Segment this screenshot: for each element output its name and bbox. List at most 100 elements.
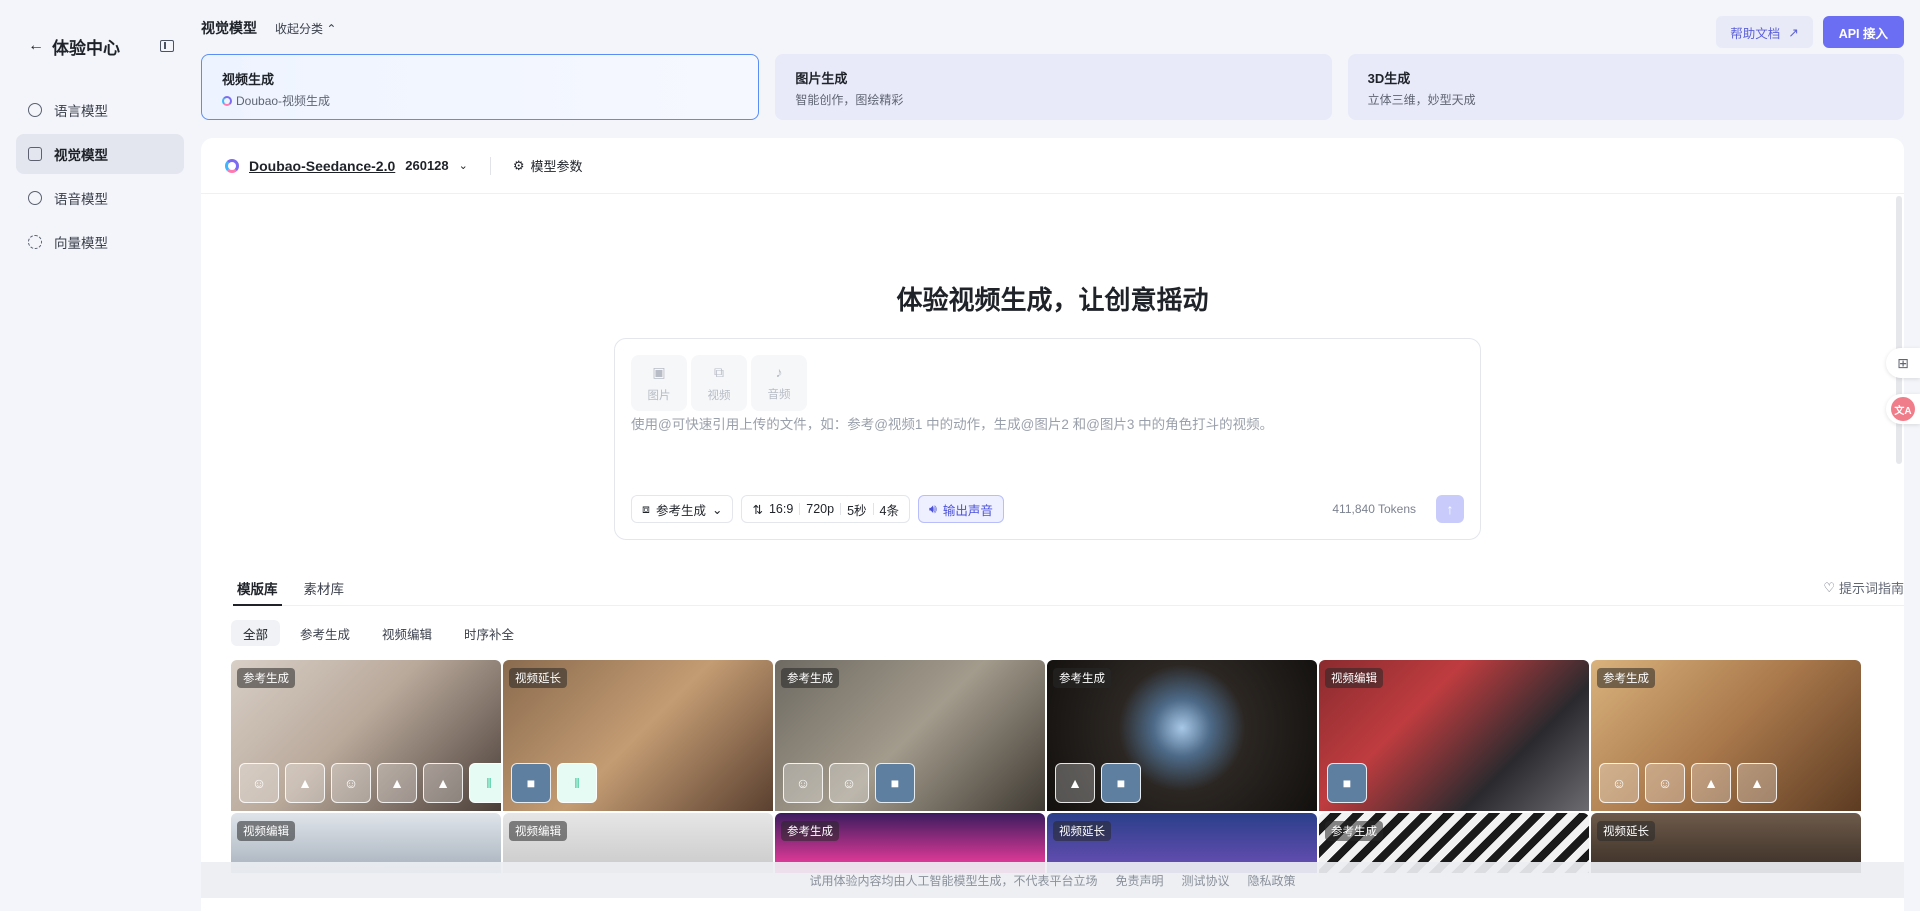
prompt-guide-link[interactable]: ♡ 提示词指南 — [1823, 578, 1904, 597]
output-settings-button[interactable]: ⇅ 16:9 720p 5秒 4条 — [741, 495, 910, 523]
doubao-logo-icon — [225, 158, 239, 173]
template-tag: 参考生成 — [781, 668, 839, 688]
output-audio-toggle[interactable]: 🔊︎ 输出声音 — [918, 495, 1004, 523]
template-card[interactable]: 参考生成 ☺ ☺ ▲ ▲ — [1591, 660, 1861, 811]
sliders-icon: ⚙ — [512, 157, 525, 173]
back-to-experience-center[interactable]: ← 体验中心 — [28, 34, 120, 59]
template-tag: 参考生成 — [1325, 821, 1383, 841]
reference-icon: ⧈ — [642, 501, 650, 516]
person-thumbnail-icon: ☺ — [783, 763, 823, 803]
library-tabs: 模版库 素材库 ♡ 提示词指南 — [233, 578, 1904, 606]
sidebar-item-speech-model[interactable]: 语音模型 — [16, 178, 184, 218]
generation-mode-select[interactable]: ⧈ 参考生成 ⌄ — [631, 495, 734, 523]
reference-thumbnails: ☺ ▲ ☺ ▲ ▲ ‖ — [239, 763, 501, 803]
template-card[interactable]: 视频编辑 ■ — [1319, 660, 1589, 811]
waveform-icon — [28, 191, 42, 205]
float-translate-button[interactable]: 文A — [1886, 394, 1920, 424]
person-thumbnail-icon: ☺ — [331, 763, 371, 803]
section-title: 视觉模型 — [201, 20, 257, 36]
sidebar-item-language-model[interactable]: 语言模型 — [16, 90, 184, 130]
model-version: 260128 — [405, 158, 449, 173]
template-tag: 视频延长 — [1597, 821, 1655, 841]
sidebar: ← 体验中心 语言模型 视觉模型 语音模型 向量模型 — [0, 0, 200, 911]
aspect-ratio: 16:9 — [768, 502, 794, 516]
vector-nodes-icon — [28, 235, 42, 249]
video-upload-icon: ⧉ — [714, 363, 724, 380]
category-cards: 视频生成 Doubao-视频生成 图片生成 智能创作，图绘精彩 3D生成 立体三… — [201, 54, 1904, 120]
api-access-button[interactable]: API 接入 — [1822, 16, 1904, 48]
model-name[interactable]: Doubao-Seedance-2.0 — [249, 158, 395, 174]
card-video-generation[interactable]: 视频生成 Doubao-视频生成 — [201, 54, 760, 120]
duration: 5秒 — [847, 503, 867, 518]
template-tag: 参考生成 — [237, 668, 295, 688]
card-title: 3D生成 — [1367, 71, 1411, 86]
reference-thumbnails: ☺ ☺ ▲ ▲ — [1599, 763, 1777, 803]
sidebar-item-label: 语言模型 — [54, 104, 108, 119]
tab-template-library[interactable]: 模版库 — [233, 578, 282, 606]
filter-temporal-completion[interactable]: 时序补全 — [452, 620, 526, 646]
video-thumbnail-icon: ■ — [1101, 763, 1141, 803]
video-thumbnail-icon: ■ — [875, 763, 915, 803]
image-thumbnail-icon: ▲ — [1055, 763, 1095, 803]
sidebar-collapse-icon[interactable] — [160, 40, 174, 52]
sidebar-item-vision-model[interactable]: 视觉模型 — [16, 134, 184, 174]
upload-image-button[interactable]: ▣ 图片 — [631, 355, 687, 411]
person-thumbnail-icon: ☺ — [1599, 763, 1639, 803]
sidebar-header: ← 体验中心 — [16, 30, 184, 62]
sidebar-item-vector-model[interactable]: 向量模型 — [16, 222, 184, 262]
filter-video-editing[interactable]: 视频编辑 — [370, 620, 444, 646]
footer: 试用体验内容均由人工智能模型生成，不代表平台立场 免责声明 测试协议 隐私政策 — [201, 862, 1904, 898]
upload-video-button[interactable]: ⧉ 视频 — [691, 355, 747, 411]
image-thumbnail-icon: ▲ — [285, 763, 325, 803]
speaker-icon: 🔊︎ — [929, 501, 937, 516]
chevron-down-icon[interactable]: ⌄ — [459, 159, 468, 172]
template-card[interactable]: 参考生成 ▲ ■ — [1047, 660, 1317, 811]
arrow-up-icon: ↑ — [1446, 501, 1454, 517]
template-tag: 视频编辑 — [1325, 668, 1383, 688]
upload-audio-button[interactable]: ♪ 音频 — [751, 355, 807, 411]
lightbulb-icon: ♡ — [1823, 579, 1835, 595]
translate-icon: 文A — [1891, 397, 1915, 421]
chat-bubble-icon — [28, 103, 42, 117]
person-thumbnail-icon: ☺ — [1645, 763, 1685, 803]
person-thumbnail-icon: ☺ — [829, 763, 869, 803]
footer-link-privacy[interactable]: 隐私政策 — [1248, 872, 1296, 889]
image-icon — [28, 147, 42, 161]
image-thumbnail-icon: ▲ — [1737, 763, 1777, 803]
music-note-icon: ♪ — [775, 364, 783, 380]
card-title: 图片生成 — [795, 71, 848, 86]
category-header: 视觉模型 收起分类 ⌃ — [201, 18, 336, 38]
footer-link-disclaimer[interactable]: 免责声明 — [1115, 872, 1163, 889]
send-button[interactable]: ↑ — [1436, 495, 1464, 523]
divider — [489, 156, 491, 175]
filter-reference-generation[interactable]: 参考生成 — [288, 620, 362, 646]
reference-thumbnails: ■ — [1327, 763, 1367, 803]
float-apps-button[interactable]: ⊞ — [1886, 348, 1920, 378]
audio-thumbnail-icon: ‖ — [469, 763, 501, 803]
card-image-generation[interactable]: 图片生成 智能创作，图绘精彩 — [775, 54, 1332, 120]
output-count: 4条 — [879, 503, 899, 518]
page-title: 体验视频生成，让创意摇动 — [896, 285, 1209, 315]
sidebar-title: 体验中心 — [52, 38, 120, 58]
token-balance: 411,840 Tokens — [1332, 502, 1416, 516]
prompt-input[interactable] — [631, 417, 1461, 432]
template-tag: 参考生成 — [1053, 668, 1111, 688]
template-card[interactable]: 视频延长 ■ ‖ — [503, 660, 773, 811]
collapse-categories-toggle[interactable]: 收起分类 ⌃ — [275, 20, 336, 37]
filter-all[interactable]: 全部 — [231, 620, 281, 646]
footer-link-test-agreement[interactable]: 测试协议 — [1182, 872, 1230, 889]
template-card[interactable]: 参考生成 ☺ ☺ ■ — [775, 660, 1045, 811]
sidebar-item-label: 语音模型 — [54, 192, 108, 207]
card-title: 视频生成 — [222, 72, 275, 87]
video-thumbnail-icon: ■ — [511, 763, 551, 803]
help-docs-button[interactable]: 帮助文档 ↗ — [1716, 16, 1813, 48]
template-card[interactable]: 参考生成 ☺ ▲ ☺ ▲ ▲ ‖ — [231, 660, 501, 811]
settings-adjust-icon: ⇅ — [752, 502, 763, 517]
top-actions: 帮助文档 ↗ API 接入 — [1716, 16, 1904, 48]
card-3d-generation[interactable]: 3D生成 立体三维，妙型天成 — [1347, 54, 1904, 120]
model-params-button[interactable]: ⚙ 模型参数 — [513, 156, 583, 175]
tab-material-library[interactable]: 素材库 — [300, 578, 349, 606]
template-grid: 参考生成 ☺ ▲ ☺ ▲ ▲ ‖ 视频延长 ■ ‖ 参考生成 ☺ ☺ ■ 参考生成 ▲ ■ 视频编辑 ■ 参考生成 ☺ ☺… — [231, 660, 1861, 873]
resolution: 720p — [806, 502, 835, 516]
image-thumbnail-icon: ▲ — [423, 763, 463, 803]
